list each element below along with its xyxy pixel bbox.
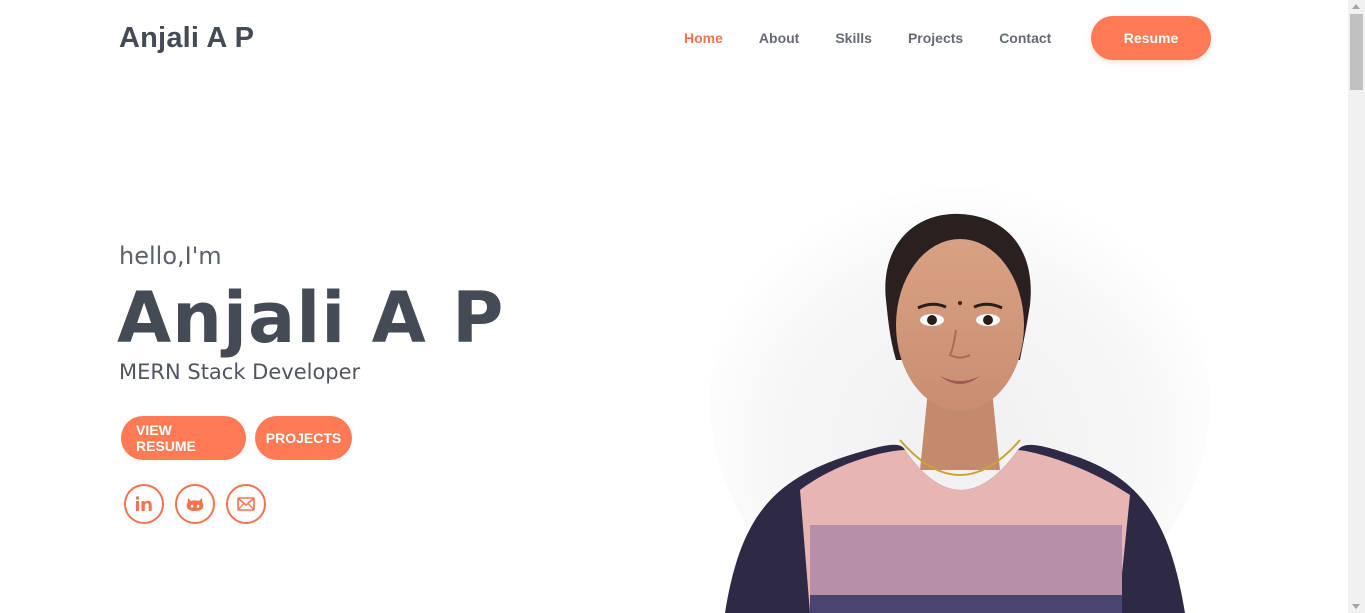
hero-name: Anjali A P [117, 277, 505, 359]
page-scrollbar[interactable] [1348, 0, 1365, 613]
linkedin-icon [135, 496, 152, 511]
nav-link-projects[interactable]: Projects [908, 30, 963, 46]
profile-photo [700, 150, 1220, 613]
nav-link-home[interactable]: Home [684, 30, 723, 46]
mail-icon [237, 497, 255, 511]
social-links [124, 484, 266, 524]
nav-link-about[interactable]: About [759, 30, 799, 46]
scroll-up-arrow-icon[interactable] [1352, 4, 1360, 9]
linkedin-link[interactable] [124, 484, 164, 524]
nav-link-contact[interactable]: Contact [999, 30, 1051, 46]
resume-button[interactable]: Resume [1091, 16, 1211, 60]
hero-actions: VIEW RESUME PROJECTS [121, 416, 352, 460]
brand-logo[interactable]: Anjali A P [119, 22, 254, 55]
github-link[interactable] [175, 484, 215, 524]
nav-links: Home About Skills Projects Contact [684, 30, 1087, 46]
mail-link[interactable] [226, 484, 266, 524]
scrollbar-thumb[interactable] [1350, 14, 1363, 90]
nav-link-skills[interactable]: Skills [835, 30, 872, 46]
scroll-down-arrow-icon[interactable] [1352, 604, 1360, 609]
hero-role: MERN Stack Developer [119, 360, 361, 384]
projects-button[interactable]: PROJECTS [255, 416, 352, 460]
github-icon [186, 498, 204, 511]
hero-greeting: hello,I'm [119, 242, 222, 270]
navbar: Anjali A P Home About Skills Projects Co… [0, 0, 1348, 78]
view-resume-button[interactable]: VIEW RESUME [121, 416, 246, 460]
